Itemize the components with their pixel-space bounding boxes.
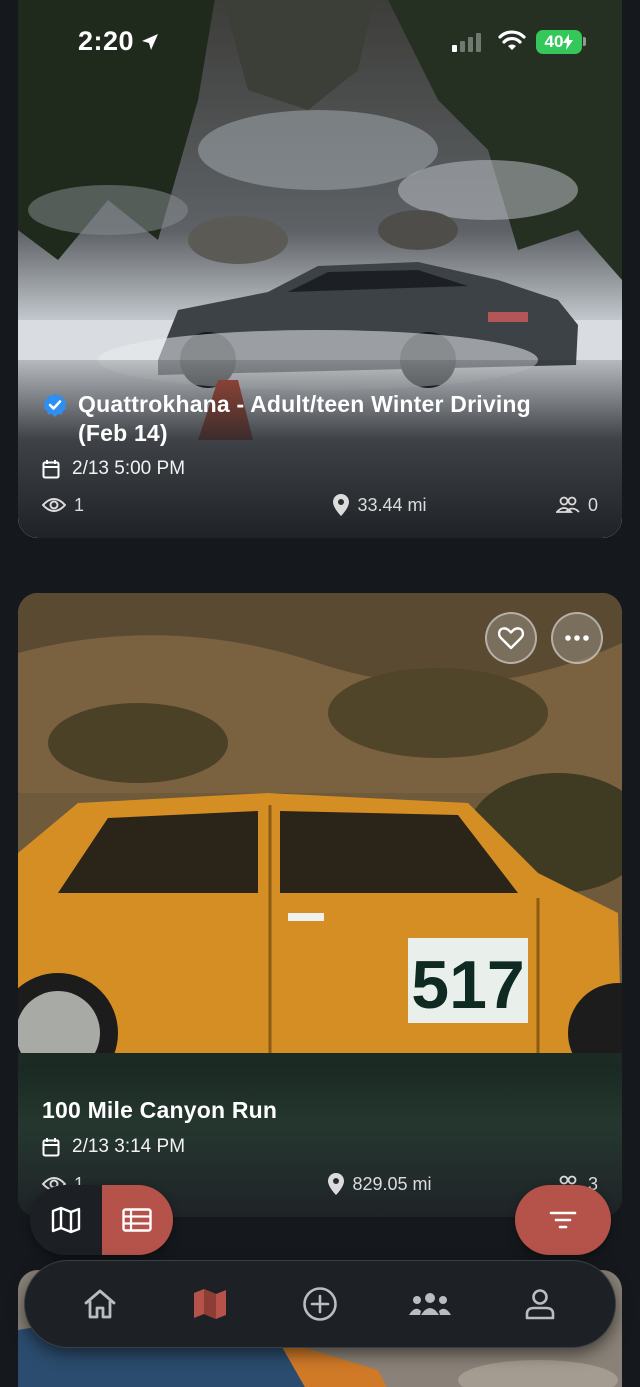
distance-text: 33.44 mi (357, 494, 427, 515)
eye-icon (42, 498, 66, 512)
event-stats: 1 33.44 mi 0 (42, 494, 598, 516)
tab-home[interactable] (60, 1274, 140, 1334)
event-date-text: 2/13 3:14 PM (72, 1136, 186, 1157)
more-horizontal-icon (565, 635, 589, 641)
screen: 2:20 40 Quattrokhana - Adult/teen Winter… (0, 0, 640, 1387)
tab-profile[interactable] (500, 1274, 580, 1334)
verified-badge-icon (43, 393, 67, 417)
distance-stat: 829.05 mi (328, 1173, 432, 1195)
filter-icon (549, 1211, 577, 1229)
door-number: 517 (411, 947, 524, 1023)
event-date: 2/13 5:00 PM (42, 458, 185, 480)
location-pin-icon (328, 1173, 345, 1195)
views-count: 1 (74, 494, 85, 515)
list-view-button[interactable] (101, 1185, 173, 1255)
event-title: Quattrokhana - Adult/teen Winter Driving… (42, 390, 582, 448)
list-icon (122, 1208, 152, 1232)
charging-bolt-icon (563, 34, 574, 50)
battery-level: 40 (544, 32, 564, 51)
views-stat: 1 (42, 495, 84, 516)
map-icon (194, 1289, 226, 1319)
attendees-stat: 0 (555, 494, 598, 516)
heart-icon (498, 627, 524, 650)
attendees-count: 0 (587, 494, 598, 515)
battery-cap (583, 37, 586, 46)
bottom-tab-bar (24, 1260, 616, 1348)
status-time: 2:20 (78, 26, 135, 56)
cellular-signal-icon (452, 32, 481, 52)
view-toggle (30, 1185, 173, 1255)
map-view-button[interactable] (30, 1185, 102, 1255)
distance-text: 829.05 mi (352, 1173, 432, 1194)
distance-stat: 33.44 mi (333, 494, 427, 516)
calendar-icon (42, 1138, 60, 1157)
filter-button[interactable] (515, 1185, 611, 1255)
tab-create[interactable] (280, 1274, 360, 1334)
favorite-button[interactable] (485, 612, 537, 664)
status-bar: 2:20 40 (0, 0, 640, 90)
battery-indicator: 40 (536, 30, 582, 54)
event-title: 100 Mile Canyon Run (42, 1097, 278, 1123)
add-circle-icon (303, 1287, 337, 1321)
home-icon (84, 1289, 116, 1319)
profile-icon (525, 1289, 555, 1320)
wifi-icon (498, 30, 526, 50)
location-arrow-icon (142, 34, 158, 50)
event-card[interactable]: 517 100 Mile Canyon Run 2/13 3:14 PM 1 8… (18, 593, 622, 1217)
event-title-text: Quattrokhana - Adult/teen Winter Driving… (78, 391, 531, 446)
location-pin-icon (333, 494, 350, 516)
people-icon (555, 496, 580, 513)
event-date-text: 2/13 5:00 PM (72, 458, 186, 479)
more-options-button[interactable] (551, 612, 603, 664)
tab-groups[interactable] (390, 1274, 470, 1334)
event-date: 2/13 3:14 PM (42, 1136, 185, 1158)
groups-icon (409, 1293, 451, 1315)
calendar-icon (42, 460, 60, 479)
tab-map[interactable] (170, 1274, 250, 1334)
map-icon (51, 1206, 80, 1234)
